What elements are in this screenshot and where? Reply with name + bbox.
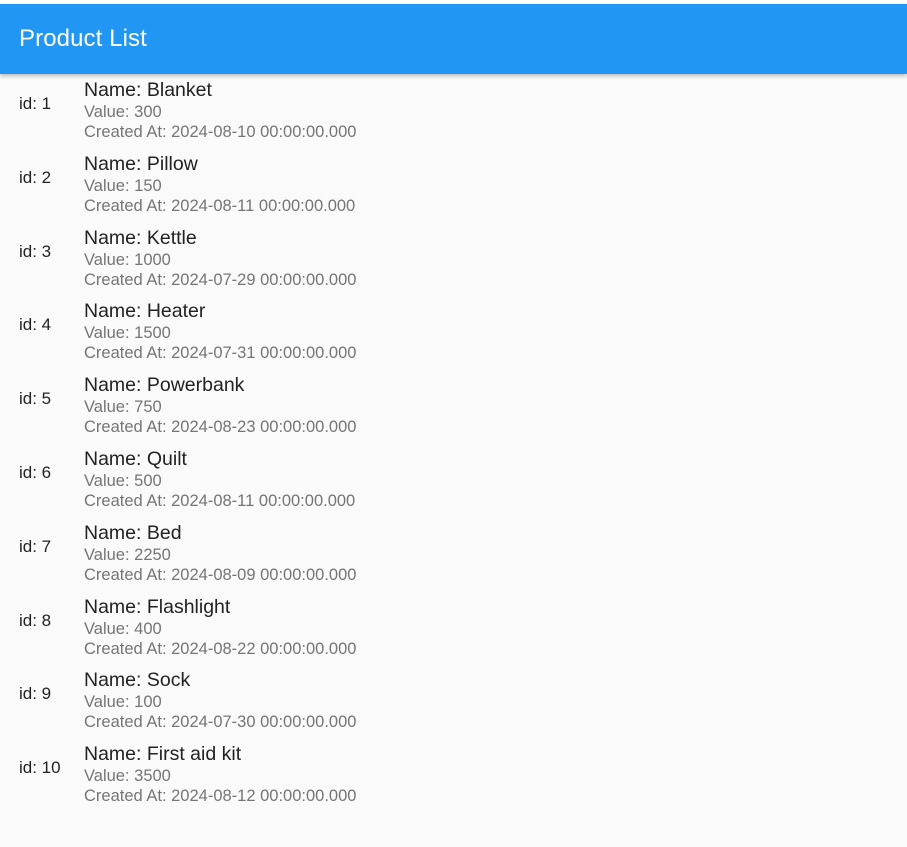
product-name: Name: Kettle bbox=[84, 226, 197, 249]
product-created-at: Created At: 2024-08-11 00:00:00.000 bbox=[84, 196, 356, 215]
product-value: Value: 150 bbox=[84, 176, 162, 195]
product-value: Value: 1500 bbox=[84, 324, 171, 343]
product-created-at: Created At: 2024-08-09 00:00:00.000 bbox=[84, 565, 357, 584]
product-name: Name: Blanket bbox=[84, 79, 212, 101]
list-item[interactable]: id: 5 Name: Powerbank Value: 750 Created… bbox=[0, 369, 907, 443]
product-details: Name: Powerbank Value: 750 Created At: 2… bbox=[84, 374, 356, 437]
product-created-at: Created At: 2024-08-22 00:00:00.000 bbox=[84, 639, 357, 658]
product-name: Name: Flashlight bbox=[84, 595, 231, 618]
product-name: Name: Quilt bbox=[84, 447, 187, 470]
product-name: Name: Bed bbox=[84, 521, 182, 544]
product-id: id: 7 bbox=[19, 536, 52, 556]
product-created-at: Created At: 2024-07-29 00:00:00.000 bbox=[84, 270, 357, 289]
product-details: Name: Kettle Value: 1000 Created At: 202… bbox=[84, 227, 356, 290]
product-id: id: 5 bbox=[19, 389, 52, 409]
product-id: id: 4 bbox=[19, 315, 52, 335]
product-value: Value: 100 bbox=[84, 693, 162, 712]
product-name: Name: Heater bbox=[84, 300, 206, 323]
product-created-at: Created At: 2024-07-30 00:00:00.000 bbox=[84, 713, 357, 732]
product-id: id: 1 bbox=[19, 94, 52, 113]
app-bar-title: Product List bbox=[19, 25, 147, 52]
product-id: id: 9 bbox=[19, 684, 52, 704]
product-details: Name: Sock Value: 100 Created At: 2024-0… bbox=[84, 669, 356, 732]
product-id: id: 8 bbox=[19, 610, 52, 630]
product-value: Value: 2250 bbox=[84, 545, 171, 564]
list-item[interactable]: id: 2 Name: Pillow Value: 150 Created At… bbox=[0, 148, 907, 222]
product-details: Name: Bed Value: 2250 Created At: 2024-0… bbox=[84, 522, 356, 585]
list-item[interactable]: id: 9 Name: Sock Value: 100 Created At: … bbox=[0, 664, 907, 738]
product-value: Value: 750 bbox=[84, 398, 162, 417]
product-details: Name: Blanket Value: 300 Created At: 202… bbox=[84, 79, 356, 142]
product-created-at: Created At: 2024-08-10 00:00:00.000 bbox=[84, 123, 357, 141]
product-value: Value: 500 bbox=[84, 471, 162, 490]
product-id: id: 6 bbox=[19, 462, 52, 482]
product-value: Value: 1000 bbox=[84, 250, 171, 269]
product-details: Name: Flashlight Value: 400 Created At: … bbox=[84, 596, 356, 659]
product-value: Value: 3500 bbox=[84, 767, 171, 786]
product-details: Name: Quilt Value: 500 Created At: 2024-… bbox=[84, 448, 355, 511]
app-bar: Product List bbox=[0, 4, 907, 74]
product-id: id: 3 bbox=[19, 241, 52, 261]
product-name: Name: Pillow bbox=[84, 152, 198, 175]
product-created-at: Created At: 2024-08-23 00:00:00.000 bbox=[84, 418, 357, 437]
list-item[interactable]: id: 7 Name: Bed Value: 2250 Created At: … bbox=[0, 517, 907, 591]
product-details: Name: Heater Value: 1500 Created At: 202… bbox=[84, 300, 356, 363]
product-name: Name: First aid kit bbox=[84, 743, 242, 766]
product-id: id: 2 bbox=[19, 167, 52, 187]
list-item[interactable]: id: 3 Name: Kettle Value: 1000 Created A… bbox=[0, 222, 907, 296]
product-details: Name: Pillow Value: 150 Created At: 2024… bbox=[84, 153, 355, 216]
product-id: id: 10 bbox=[19, 758, 61, 778]
list-item[interactable]: id: 8 Name: Flashlight Value: 400 Create… bbox=[0, 591, 907, 665]
product-value: Value: 300 bbox=[84, 103, 162, 121]
product-name: Name: Sock bbox=[84, 669, 191, 692]
product-created-at: Created At: 2024-08-12 00:00:00.000 bbox=[84, 787, 357, 806]
list-item[interactable]: id: 1 Name: Blanket Value: 300 Created A… bbox=[0, 74, 907, 148]
list-item[interactable]: id: 6 Name: Quilt Value: 500 Created At:… bbox=[0, 443, 907, 517]
list-item[interactable]: id: 10 Name: First aid kit Value: 3500 C… bbox=[0, 738, 907, 812]
product-details: Name: First aid kit Value: 3500 Created … bbox=[84, 743, 356, 806]
product-value: Value: 400 bbox=[84, 619, 162, 638]
product-name: Name: Powerbank bbox=[84, 374, 245, 397]
list-item[interactable]: id: 4 Name: Heater Value: 1500 Created A… bbox=[0, 295, 907, 369]
product-list[interactable]: id: 1 Name: Blanket Value: 300 Created A… bbox=[0, 74, 907, 812]
product-created-at: Created At: 2024-07-31 00:00:00.000 bbox=[84, 344, 357, 363]
product-created-at: Created At: 2024-08-11 00:00:00.000 bbox=[84, 491, 356, 510]
